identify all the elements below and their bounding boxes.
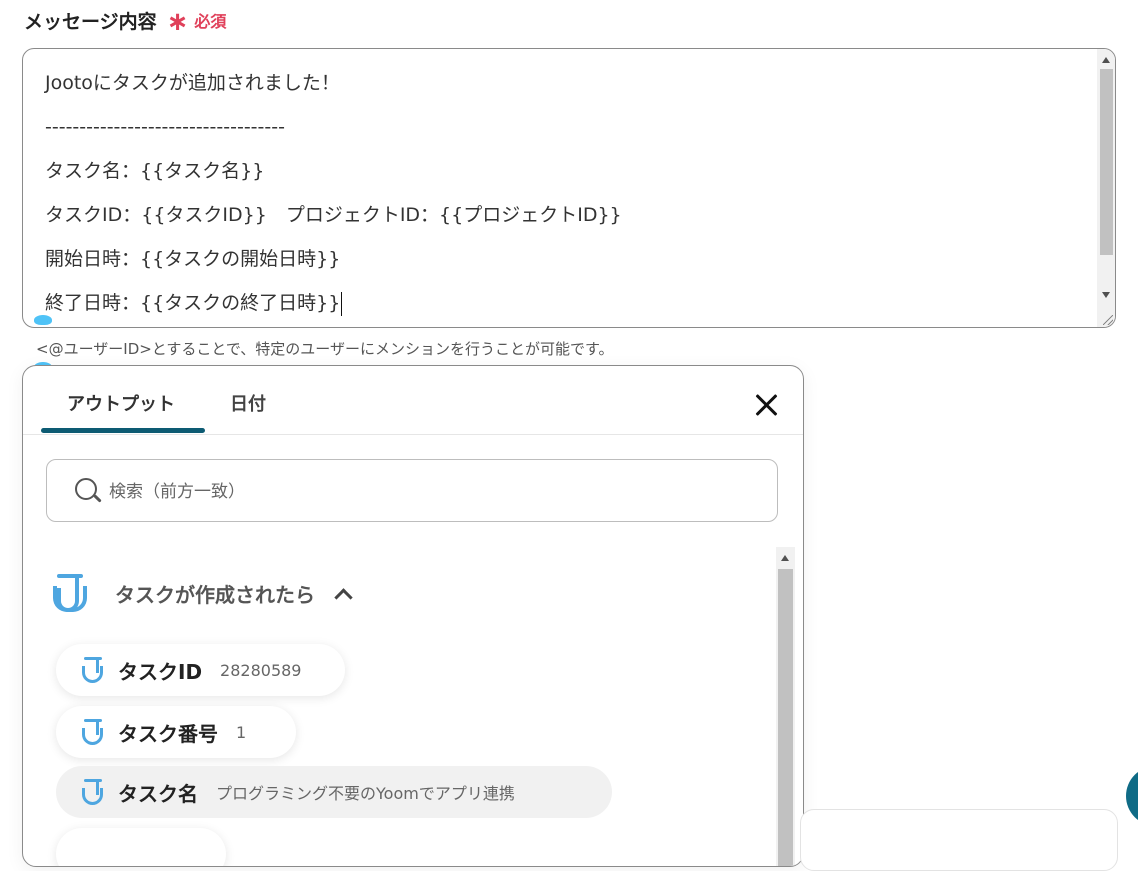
output-item-next[interactable] <box>56 828 226 866</box>
jooto-logo-icon <box>82 657 104 683</box>
output-item-value: プログラミング不要のYoomでアプリ連携 <box>216 784 515 803</box>
message-textarea[interactable]: Jootoにタスクが追加されました！ ---------------------… <box>22 48 1116 328</box>
resize-handle-icon[interactable] <box>1103 315 1113 325</box>
required-label: 必須 <box>194 12 227 31</box>
message-line: 開始日時：{{タスクの開始日時}} <box>45 248 341 270</box>
background-field <box>800 809 1118 871</box>
output-item-value: 1 <box>236 722 247 742</box>
textarea-scrollbar[interactable] <box>1097 49 1115 327</box>
close-icon[interactable] <box>751 390 781 420</box>
scroll-up-arrow-icon[interactable] <box>781 555 789 561</box>
field-label-text: メッセージ内容 <box>24 10 157 33</box>
chevron-up-icon[interactable] <box>334 587 353 607</box>
message-line-text: 終了日時：{{タスクの終了日時}} <box>45 292 341 314</box>
drag-handle-top[interactable] <box>34 315 52 325</box>
jooto-logo-icon <box>53 574 87 612</box>
search-box[interactable] <box>46 459 778 522</box>
output-list-scrollbar[interactable] <box>776 547 795 866</box>
output-item-value: 28280589 <box>220 660 302 680</box>
message-line: Jootoにタスクが追加されました！ <box>45 72 340 94</box>
output-item-label: タスク番号 <box>118 721 218 746</box>
search-icon <box>75 478 97 500</box>
message-line: タスクID：{{タスクID}} プロジェクトID：{{プロジェクトID}} <box>45 204 622 226</box>
active-tab-indicator <box>41 428 205 433</box>
scroll-down-arrow-icon[interactable] <box>1102 292 1110 298</box>
message-line-last: 終了日時：{{タスクの終了日時}} <box>45 287 622 327</box>
mention-hint: <@ユーザーID>とすることで、特定のユーザーにメンションを行うことが可能です。 <box>36 340 614 358</box>
jooto-logo-icon <box>82 779 104 805</box>
output-item-task-name[interactable]: タスク名 プログラミング不要のYoomでアプリ連携 <box>56 766 612 818</box>
textarea-scrollbar-thumb[interactable] <box>1100 69 1113 255</box>
output-group-header[interactable]: タスクが作成されたら <box>53 574 353 612</box>
output-item-label: タスク名 <box>118 781 198 806</box>
output-group-title: タスクが作成されたら <box>115 582 315 607</box>
message-content[interactable]: Jootoにタスクが追加されました！ ---------------------… <box>45 67 622 327</box>
field-label: メッセージ内容 ∗ 必須 <box>24 6 227 37</box>
floating-action-button[interactable] <box>1126 766 1138 826</box>
scroll-up-arrow-icon[interactable] <box>1102 57 1110 63</box>
tab-output[interactable]: アウトプット <box>67 390 175 416</box>
output-item-task-id[interactable]: タスクID 28280589 <box>56 644 345 696</box>
required-indicator: ∗ 必須 <box>166 7 227 37</box>
required-asterisk-icon: ∗ <box>166 7 189 37</box>
tab-date[interactable]: 日付 <box>230 390 266 416</box>
message-line: タスク名：{{タスク名}} <box>45 160 265 182</box>
output-item-label: タスクID <box>118 659 203 684</box>
jooto-logo-icon <box>82 719 104 745</box>
output-item-task-number[interactable]: タスク番号 1 <box>56 706 296 758</box>
output-list-scrollbar-thumb[interactable] <box>778 569 793 866</box>
panel-tabs: アウトプット 日付 <box>23 366 803 435</box>
search-input[interactable] <box>107 474 751 510</box>
output-picker-panel: アウトプット 日付 タスクが作成されたら タスクID 28280589 <box>22 365 804 867</box>
text-caret <box>341 291 343 316</box>
message-line: ----------------------------------- <box>45 116 285 138</box>
